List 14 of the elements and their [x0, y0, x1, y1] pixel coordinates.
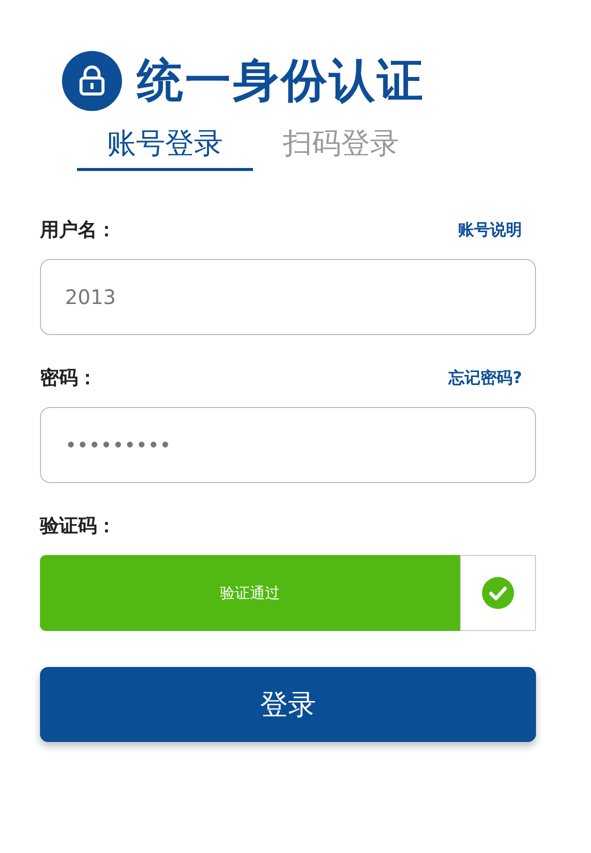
help-link[interactable]: 忘记密码?: [448, 368, 522, 388]
slider-track: 验证通过: [40, 555, 460, 631]
check-icon: [482, 577, 514, 609]
lock-icon: [62, 51, 122, 111]
field-label: 验证码：: [40, 514, 116, 539]
help-link[interactable]: 账号说明: [458, 220, 522, 240]
field-label: 用户名：: [40, 218, 116, 243]
input-field[interactable]: •••••••••: [40, 407, 536, 483]
login-button[interactable]: 登录: [40, 667, 536, 742]
slider-handle[interactable]: [460, 555, 536, 631]
page-title: 统一身份认证: [137, 52, 425, 109]
input-field[interactable]: 2013: [40, 259, 536, 335]
field-label: 密码：: [40, 366, 97, 391]
login-tab[interactable]: 账号登录: [77, 124, 253, 171]
